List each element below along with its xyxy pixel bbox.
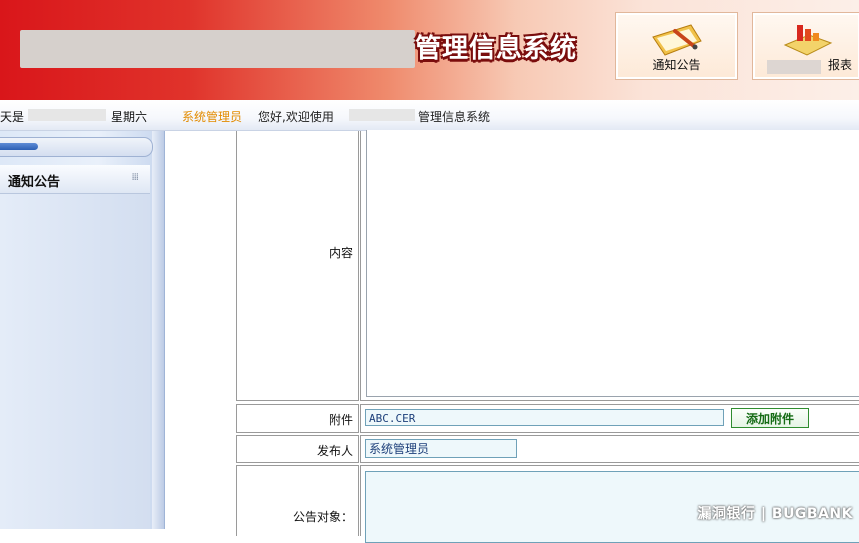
content-label-cell: 内容 <box>236 131 359 401</box>
info-bar: 天是 星期六 系统管理员 您好,欢迎使用 管理信息系统 <box>0 100 859 131</box>
notice-form: 内容 附件 ABC.CER 添加附件 发布人 系统管理员 公告对象： <box>165 130 859 543</box>
publisher-value-cell: 系统管理员 <box>360 435 859 463</box>
redacted-report-prefix <box>767 60 821 74</box>
attachment-label: 附件 <box>328 413 353 427</box>
welcome-text: 您好,欢迎使用 <box>258 110 334 124</box>
header-banner: 管理信息系统 通知公告 报表 <box>0 0 859 100</box>
content-textarea[interactable] <box>366 130 859 397</box>
sidebar-panel <box>0 194 150 529</box>
notice-button[interactable]: 通知公告 <box>615 12 738 80</box>
user-role: 系统管理员 <box>182 110 243 124</box>
sidebar-toggle-bar[interactable] <box>0 137 153 157</box>
system-title: 管理信息系统 <box>415 34 578 64</box>
redacted-org-name <box>20 30 415 68</box>
sidebar-edge <box>152 131 164 529</box>
publisher-input[interactable]: 系统管理员 <box>365 439 517 458</box>
publisher-label: 发布人 <box>316 444 353 458</box>
today-label: 天是 <box>0 110 25 124</box>
add-attachment-button[interactable]: 添加附件 <box>731 408 809 428</box>
content-value-cell <box>360 130 859 401</box>
publisher-label-cell: 发布人 <box>236 435 359 463</box>
redacted-org-short-name <box>349 109 415 121</box>
report-chart-icon <box>779 19 835 62</box>
target-label: 公告对象： <box>292 510 353 524</box>
system-name-text: 管理信息系统 <box>418 110 491 124</box>
sidebar-section-title: 通知公告 <box>8 175 61 190</box>
content-label: 内容 <box>328 246 353 260</box>
attachment-label-cell: 附件 <box>236 404 359 433</box>
attachment-input[interactable]: ABC.CER <box>365 409 724 426</box>
target-label-cell: 公告对象： <box>236 465 359 536</box>
grip-dots-icon: ⁞⁞⁞ <box>131 172 138 183</box>
report-button[interactable]: 报表 <box>752 12 859 80</box>
notice-button-label: 通知公告 <box>652 58 701 72</box>
report-button-label: 报表 <box>827 58 852 72</box>
target-value-cell <box>360 465 859 543</box>
redacted-date <box>28 109 106 121</box>
sidebar-section-notice[interactable]: 通知公告 ⁞⁞⁞ <box>0 165 150 194</box>
watermark: 漏洞银行 | BUGBANK <box>697 506 853 522</box>
attachment-value-cell: ABC.CER 添加附件 <box>360 404 859 433</box>
sidebar: 通知公告 ⁞⁞⁞ <box>0 131 165 529</box>
weekday-label: 星期六 <box>111 110 148 124</box>
sidebar-toggle-thumb <box>0 143 38 150</box>
